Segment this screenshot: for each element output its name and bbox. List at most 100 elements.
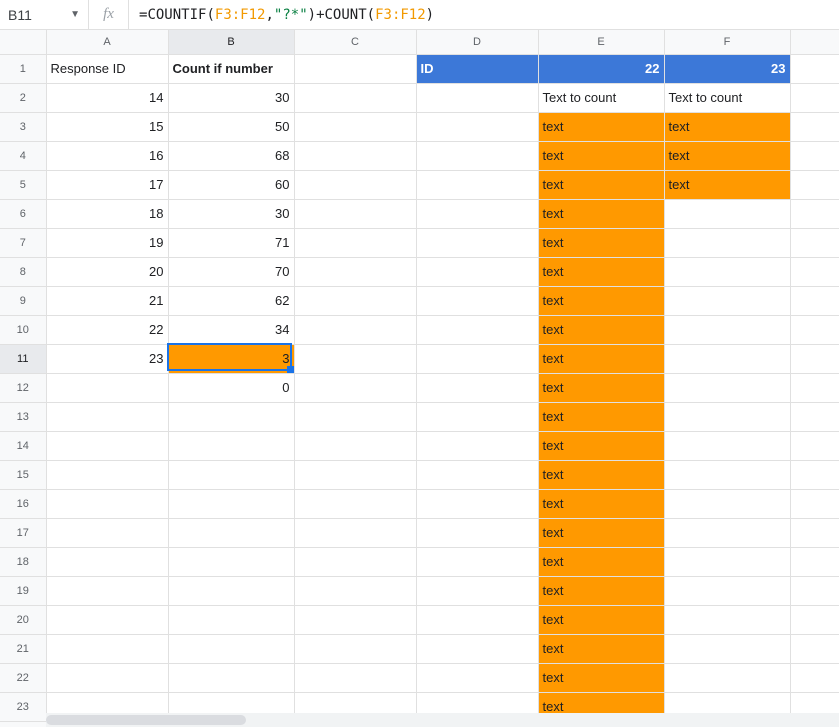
scroll-track[interactable] — [46, 713, 839, 727]
cell-E7[interactable]: text — [538, 228, 664, 257]
cell-extra-1[interactable] — [790, 54, 839, 83]
cell-C10[interactable] — [294, 315, 416, 344]
cell-E1[interactable]: 22 — [538, 54, 664, 83]
cell-F7[interactable] — [664, 228, 790, 257]
cell-E20[interactable]: text — [538, 605, 664, 634]
cell-B8[interactable]: 70 — [168, 257, 294, 286]
cell-A1[interactable]: Response ID — [46, 54, 168, 83]
cell-C15[interactable] — [294, 460, 416, 489]
cell-extra-13[interactable] — [790, 402, 839, 431]
cell-C8[interactable] — [294, 257, 416, 286]
cell-E2[interactable]: Text to count — [538, 83, 664, 112]
cell-D15[interactable] — [416, 460, 538, 489]
row-header-10[interactable]: 10 — [0, 315, 46, 344]
cell-B1[interactable]: Count if number — [168, 54, 294, 83]
cell-F20[interactable] — [664, 605, 790, 634]
cell-D1[interactable]: ID — [416, 54, 538, 83]
cell-extra-15[interactable] — [790, 460, 839, 489]
col-header-F[interactable]: F — [664, 30, 790, 54]
cell-B14[interactable] — [168, 431, 294, 460]
cell-B9[interactable]: 62 — [168, 286, 294, 315]
cell-C2[interactable] — [294, 83, 416, 112]
row-header-5[interactable]: 5 — [0, 170, 46, 199]
cell-C22[interactable] — [294, 663, 416, 692]
cell-D8[interactable] — [416, 257, 538, 286]
cell-A12[interactable] — [46, 373, 168, 402]
cell-F11[interactable] — [664, 344, 790, 373]
chevron-down-icon[interactable]: ▼ — [70, 9, 80, 20]
cell-C12[interactable] — [294, 373, 416, 402]
cell-A15[interactable] — [46, 460, 168, 489]
cell-A14[interactable] — [46, 431, 168, 460]
cell-extra-8[interactable] — [790, 257, 839, 286]
cell-D22[interactable] — [416, 663, 538, 692]
cell-B17[interactable] — [168, 518, 294, 547]
row-header-19[interactable]: 19 — [0, 576, 46, 605]
cell-A3[interactable]: 15 — [46, 112, 168, 141]
cell-F5[interactable]: text — [664, 170, 790, 199]
cell-B12[interactable]: 0 — [168, 373, 294, 402]
cell-A17[interactable] — [46, 518, 168, 547]
cell-D2[interactable] — [416, 83, 538, 112]
cell-B10[interactable]: 34 — [168, 315, 294, 344]
cell-C7[interactable] — [294, 228, 416, 257]
cell-B15[interactable] — [168, 460, 294, 489]
scroll-thumb[interactable] — [46, 715, 246, 725]
cell-D20[interactable] — [416, 605, 538, 634]
cell-F9[interactable] — [664, 286, 790, 315]
row-header-1[interactable]: 1 — [0, 54, 46, 83]
cell-B2[interactable]: 30 — [168, 83, 294, 112]
cell-E8[interactable]: text — [538, 257, 664, 286]
row-header-17[interactable]: 17 — [0, 518, 46, 547]
cell-B4[interactable]: 68 — [168, 141, 294, 170]
row-header-8[interactable]: 8 — [0, 257, 46, 286]
cell-D3[interactable] — [416, 112, 538, 141]
cell-B5[interactable]: 60 — [168, 170, 294, 199]
cell-A20[interactable] — [46, 605, 168, 634]
cell-D7[interactable] — [416, 228, 538, 257]
row-header-21[interactable]: 21 — [0, 634, 46, 663]
cell-D13[interactable] — [416, 402, 538, 431]
cell-extra-3[interactable] — [790, 112, 839, 141]
cell-A11[interactable]: 23 — [46, 344, 168, 373]
cell-D12[interactable] — [416, 373, 538, 402]
cell-extra-17[interactable] — [790, 518, 839, 547]
cell-D4[interactable] — [416, 141, 538, 170]
cell-B3[interactable]: 50 — [168, 112, 294, 141]
row-header-2[interactable]: 2 — [0, 83, 46, 112]
row-header-11[interactable]: 11 — [0, 344, 46, 373]
cell-C3[interactable] — [294, 112, 416, 141]
row-header-18[interactable]: 18 — [0, 547, 46, 576]
cell-F2[interactable]: Text to count — [664, 83, 790, 112]
cell-C17[interactable] — [294, 518, 416, 547]
cell-E21[interactable]: text — [538, 634, 664, 663]
cell-E17[interactable]: text — [538, 518, 664, 547]
cell-F4[interactable]: text — [664, 141, 790, 170]
cell-F19[interactable] — [664, 576, 790, 605]
cell-F12[interactable] — [664, 373, 790, 402]
cell-C9[interactable] — [294, 286, 416, 315]
cell-C4[interactable] — [294, 141, 416, 170]
cell-C21[interactable] — [294, 634, 416, 663]
row-header-12[interactable]: 12 — [0, 373, 46, 402]
name-box[interactable]: B11 ▼ — [0, 0, 89, 29]
cell-D14[interactable] — [416, 431, 538, 460]
cell-extra-22[interactable] — [790, 663, 839, 692]
cell-extra-11[interactable] — [790, 344, 839, 373]
row-header-14[interactable]: 14 — [0, 431, 46, 460]
cell-extra-18[interactable] — [790, 547, 839, 576]
cell-E9[interactable]: text — [538, 286, 664, 315]
cell-E4[interactable]: text — [538, 141, 664, 170]
cell-D18[interactable] — [416, 547, 538, 576]
cell-extra-19[interactable] — [790, 576, 839, 605]
cell-E3[interactable]: text — [538, 112, 664, 141]
cell-extra-16[interactable] — [790, 489, 839, 518]
cell-C1[interactable] — [294, 54, 416, 83]
cell-extra-2[interactable] — [790, 83, 839, 112]
horizontal-scrollbar[interactable] — [46, 713, 839, 727]
row-header-13[interactable]: 13 — [0, 402, 46, 431]
col-header-A[interactable]: A — [46, 30, 168, 54]
cell-E12[interactable]: text — [538, 373, 664, 402]
cell-B22[interactable] — [168, 663, 294, 692]
cell-extra-5[interactable] — [790, 170, 839, 199]
